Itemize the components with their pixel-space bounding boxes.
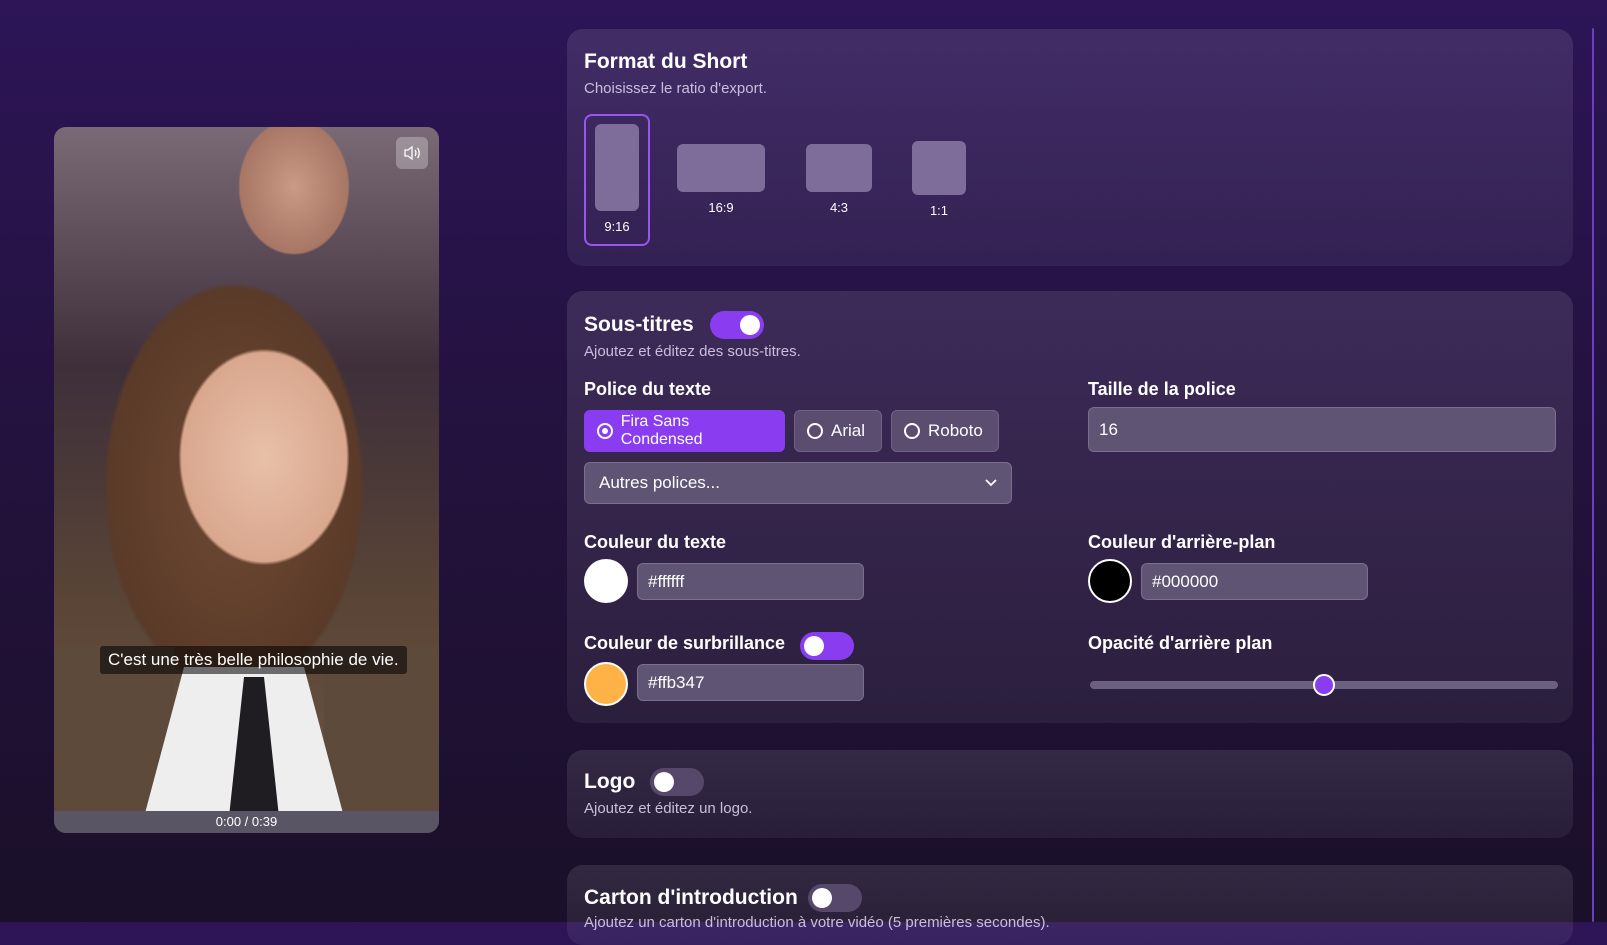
radio-checked-icon bbox=[597, 423, 613, 439]
intro-toggle[interactable] bbox=[808, 884, 862, 912]
font-size-label: Taille de la police bbox=[1088, 379, 1236, 399]
video-time: 0:00 / 0:39 bbox=[215, 814, 278, 829]
ratio-16-9[interactable]: 16:9 bbox=[677, 144, 765, 215]
bg-color-label: Couleur d'arrière-plan bbox=[1088, 532, 1276, 552]
video-timebar[interactable]: 0:00 / 0:39 bbox=[54, 811, 439, 833]
intro-subtitle: Ajoutez un carton d'introduction à votre… bbox=[584, 914, 1050, 931]
ratio-4-3[interactable]: 4:3 bbox=[806, 144, 872, 215]
ratio-shape-16-9 bbox=[677, 144, 765, 192]
bg-opacity-label: Opacité d'arrière plan bbox=[1088, 633, 1273, 653]
ratio-shape-1-1 bbox=[912, 141, 966, 195]
other-fonts-select[interactable]: Autres polices... bbox=[584, 462, 1012, 504]
format-subtitle: Choisissez le ratio d'export. bbox=[584, 80, 767, 97]
subtitles-toggle[interactable] bbox=[710, 311, 764, 339]
font-option-fira-sans-condensed[interactable]: Fira Sans Condensed bbox=[584, 410, 785, 452]
font-option-roboto[interactable]: Roboto bbox=[891, 410, 999, 452]
video-frame bbox=[54, 127, 439, 817]
subtitle-preview: C'est une très belle philosophie de vie. bbox=[100, 646, 407, 674]
bg-color-swatch[interactable] bbox=[1088, 559, 1132, 603]
chevron-down-icon bbox=[985, 479, 997, 487]
font-option-arial[interactable]: Arial bbox=[794, 410, 882, 452]
text-color-label: Couleur du texte bbox=[584, 532, 727, 552]
bg-opacity-slider-thumb[interactable] bbox=[1313, 674, 1335, 696]
ratio-9-16[interactable]: 9:16 bbox=[584, 114, 650, 246]
ratio-shape-4-3 bbox=[806, 144, 872, 192]
highlight-toggle[interactable] bbox=[800, 632, 854, 660]
ratio-shape-9-16 bbox=[595, 124, 639, 211]
highlight-color-label: Couleur de surbrillance bbox=[584, 633, 786, 653]
scrollbar[interactable] bbox=[1592, 28, 1594, 922]
text-color-input[interactable]: #ffffff bbox=[637, 563, 864, 600]
radio-icon bbox=[807, 423, 823, 439]
highlight-color-swatch[interactable] bbox=[584, 662, 628, 706]
speaker-icon bbox=[404, 145, 420, 161]
highlight-color-input[interactable]: #ffb347 bbox=[637, 664, 864, 701]
video-preview[interactable]: C'est une très belle philosophie de vie.… bbox=[54, 127, 439, 833]
format-card: Format du Short Choisissez le ratio d'ex… bbox=[567, 29, 1573, 266]
font-label: Police du texte bbox=[584, 379, 712, 399]
text-color-swatch[interactable] bbox=[584, 559, 628, 603]
subtitles-title: Sous-titres bbox=[584, 313, 694, 336]
logo-toggle[interactable] bbox=[650, 768, 704, 796]
logo-subtitle: Ajoutez et éditez un logo. bbox=[584, 800, 753, 817]
ratio-1-1[interactable]: 1:1 bbox=[912, 141, 966, 218]
subtitles-subtitle: Ajoutez et éditez des sous-titres. bbox=[584, 343, 801, 360]
intro-title: Carton d'introduction bbox=[584, 886, 798, 909]
volume-button[interactable] bbox=[396, 137, 428, 169]
radio-icon bbox=[904, 423, 920, 439]
format-title: Format du Short bbox=[584, 50, 748, 73]
font-size-input[interactable]: 16 bbox=[1088, 407, 1556, 452]
logo-card bbox=[567, 750, 1573, 838]
bg-color-input[interactable]: #000000 bbox=[1141, 563, 1368, 600]
logo-title: Logo bbox=[584, 770, 636, 793]
